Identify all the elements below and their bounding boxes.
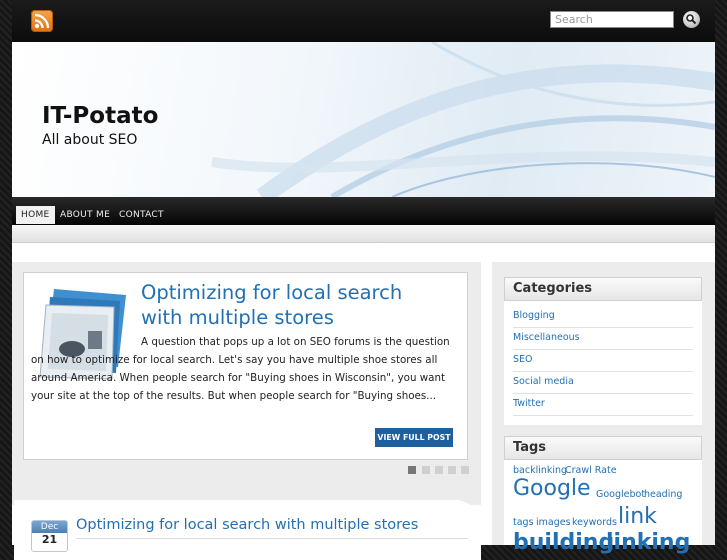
view-full-post-button[interactable]: VIEW FULL POST [375, 428, 453, 447]
slider-dot-5[interactable] [461, 466, 469, 474]
slider-dot-4[interactable] [448, 466, 456, 474]
tag-googlebot[interactable]: Googlebot [596, 489, 645, 500]
search-icon [686, 14, 697, 25]
post-day: 21 [41, 533, 58, 546]
tags-title: Tags [504, 436, 702, 460]
post-month: Dec [32, 521, 67, 533]
tag-linking[interactable]: linking [606, 530, 690, 555]
tag-heading[interactable]: heading [644, 489, 682, 500]
site-tagline: All about SEO [42, 132, 138, 148]
tag-backlinking[interactable]: backlinking [513, 465, 567, 476]
site-header: IT-Potato All about SEO [12, 42, 715, 197]
category-social-media[interactable]: Social media [513, 371, 693, 394]
main-nav: HOME ABOUT ME CONTACT [12, 197, 715, 225]
tag-keywords[interactable]: keywords [572, 517, 617, 528]
slider-dot-1[interactable] [408, 466, 416, 474]
featured-post-title[interactable]: Optimizing for local search with multipl… [141, 280, 441, 330]
sub-nav-bar [12, 225, 715, 243]
category-miscellaneous[interactable]: Miscellaneous [513, 327, 693, 350]
categories-title: Categories [504, 277, 702, 301]
category-blogging[interactable]: Blogging [513, 305, 693, 328]
featured-title-line1: Optimizing for local search [141, 281, 403, 304]
nav-home[interactable]: HOME [16, 206, 55, 224]
slider-dot-3[interactable] [435, 466, 443, 474]
tag-link[interactable]: link [618, 504, 657, 529]
category-seo[interactable]: SEO [513, 349, 693, 372]
tag-tags[interactable]: tags [513, 517, 534, 528]
nav-contact[interactable]: CONTACT [119, 206, 164, 224]
category-twitter[interactable]: Twitter [513, 393, 693, 416]
tag-crawl-rate[interactable]: Crawl Rate [565, 465, 617, 476]
featured-title-line2: with multiple stores [141, 306, 334, 329]
search-button[interactable] [683, 11, 700, 28]
post-title-divider [76, 538, 468, 539]
rss-icon[interactable] [31, 10, 53, 32]
featured-post-excerpt: A question that pops up a lot on SEO for… [31, 336, 450, 402]
post-date-calendar: Dec 21 [31, 520, 68, 552]
tag-images[interactable]: images [536, 517, 571, 528]
slider-dot-2[interactable] [422, 466, 430, 474]
site-title[interactable]: IT-Potato [42, 103, 158, 129]
post-title[interactable]: Optimizing for local search with multipl… [76, 517, 418, 533]
nav-about-me[interactable]: ABOUT ME [60, 206, 110, 224]
search-input[interactable] [550, 11, 674, 28]
tag-building[interactable]: building [513, 530, 614, 555]
tag-google[interactable]: Google [513, 476, 591, 501]
